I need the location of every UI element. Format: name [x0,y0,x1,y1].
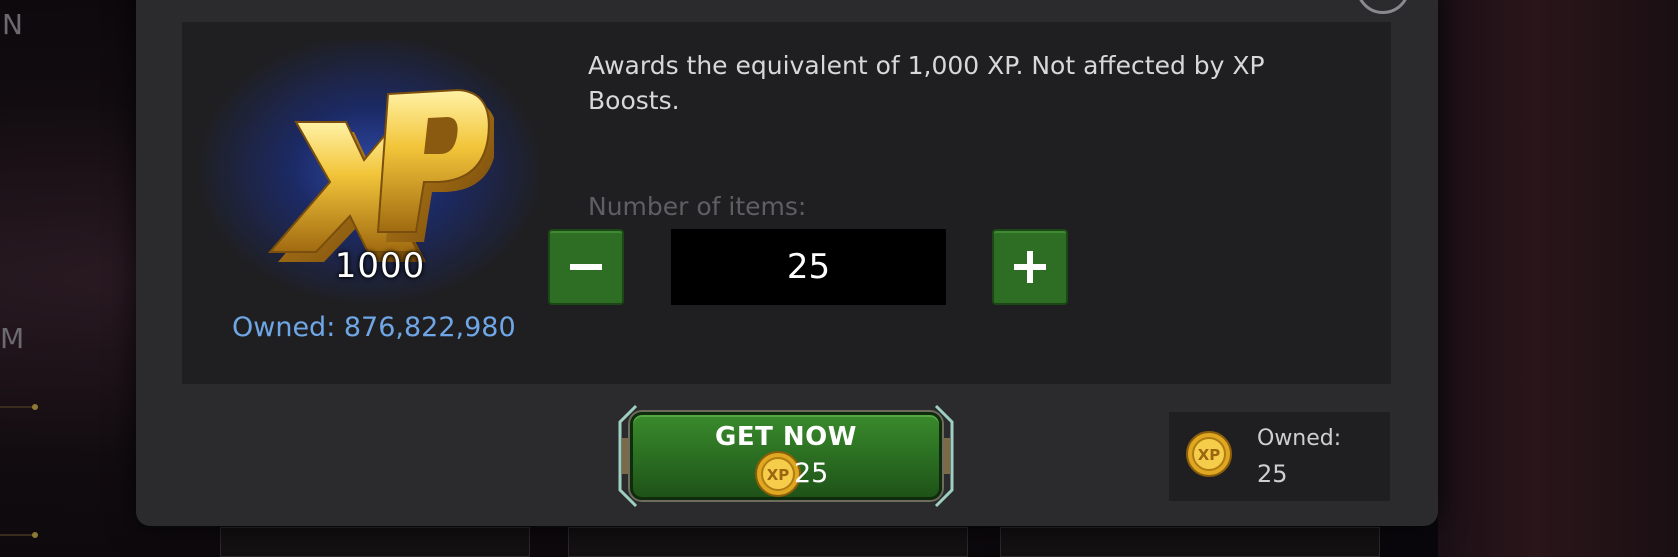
quantity-input[interactable]: 25 [671,229,946,305]
background-text-m: M [0,322,25,355]
background-tile [220,527,530,557]
game-screen: N M 1000 Owned: 876,822,980 Awards the e… [0,0,1678,557]
background-text-n: N [2,8,23,41]
background-right-art [1438,0,1678,557]
currency-owned-label: Owned: [1257,426,1342,451]
plus-icon [1014,251,1046,283]
currency-owned-value: 25 [1257,460,1288,488]
minus-icon [570,264,602,270]
get-now-button[interactable]: GET NOW XP 25 [614,404,958,508]
xp-coin-icon: XP [1186,431,1232,477]
background-divider [0,406,36,408]
item-owned-total: Owned: 876,822,980 [232,312,516,343]
quantity-label: Number of items: [588,192,807,221]
item-description: Awards the equivalent of 1,000 XP. Not a… [588,51,1265,115]
background-dot [32,404,38,410]
svg-text:XP: XP [767,466,790,484]
decrease-quantity-button[interactable] [548,229,624,305]
background-divider [0,534,36,536]
increase-quantity-button[interactable] [992,229,1068,305]
xp-1000-icon [268,88,494,262]
background-tile [1000,527,1380,557]
svg-text:XP: XP [1198,446,1221,464]
get-now-cost: 25 [794,458,829,489]
background-dot [32,532,38,538]
background-tile [568,527,968,557]
item-amount-label: 1000 [334,246,426,286]
get-now-label: GET NOW [715,422,857,452]
